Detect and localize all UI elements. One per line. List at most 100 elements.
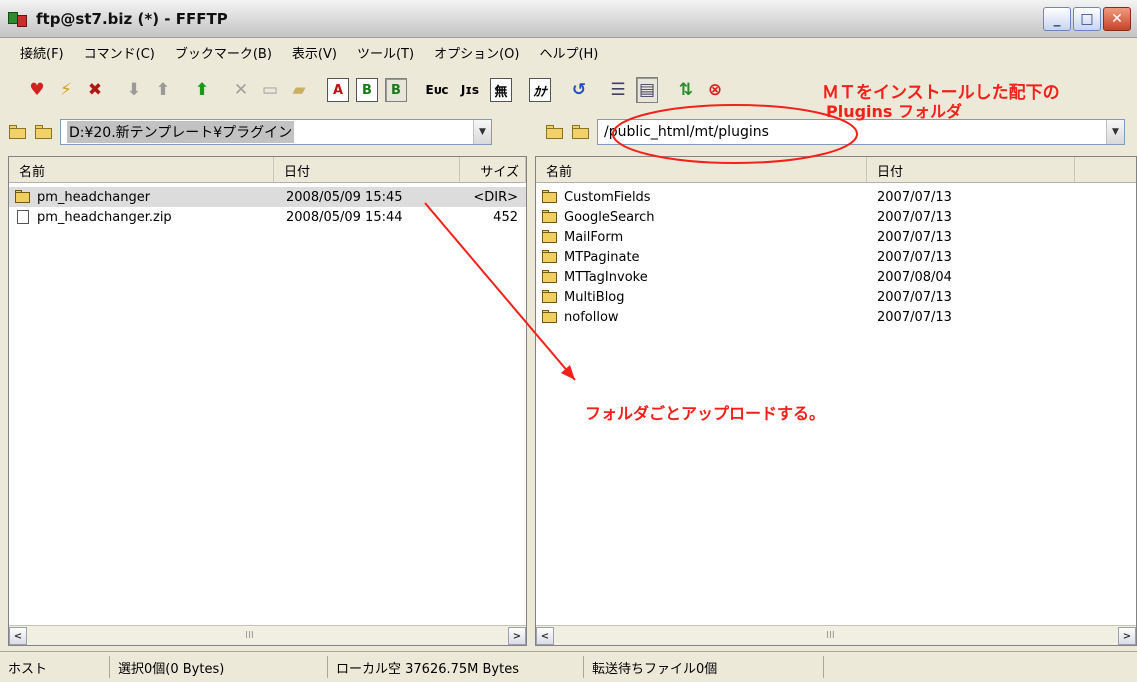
refresh-icon[interactable]: ↺ <box>568 77 590 103</box>
file-icon <box>17 210 29 224</box>
list-view-icon[interactable]: ☰ <box>607 77 629 103</box>
maximize-button[interactable]: □ <box>1073 7 1101 31</box>
remote-row[interactable]: MTTagInvoke 2007/08/04 <box>536 267 1136 287</box>
ffftp-app-icon <box>8 10 30 28</box>
menu-command[interactable]: コマンド(C) <box>84 43 155 62</box>
menu-bookmark[interactable]: ブックマーク(B) <box>175 43 272 62</box>
remote-row[interactable]: GoogleSearch 2007/07/13 <box>536 207 1136 227</box>
close-button[interactable]: ✕ <box>1103 7 1131 31</box>
remote-row-date: 2007/07/13 <box>877 289 952 305</box>
remote-row[interactable]: CustomFields 2007/07/13 <box>536 187 1136 207</box>
menu-tools[interactable]: ツール(T) <box>357 43 414 62</box>
make-folder-icon[interactable]: ▰ <box>288 77 310 103</box>
menu-bar: 接続(F) コマンド(C) ブックマーク(B) 表示(V) ツール(T) オプシ… <box>0 41 1137 63</box>
binary-mode-icon[interactable]: B <box>356 78 378 102</box>
auto-mode-icon[interactable]: B <box>385 78 407 102</box>
folder-icon <box>542 210 558 224</box>
scroll-left-icon[interactable]: < <box>9 627 27 645</box>
mirror-upload-icon[interactable]: ⬆ <box>191 77 213 103</box>
remote-row-name: CustomFields <box>564 189 651 205</box>
local-up-folder-icon[interactable] <box>8 124 28 140</box>
remote-row-date: 2007/07/13 <box>877 209 952 225</box>
quick-connect-icon[interactable]: ⚡ <box>55 77 77 103</box>
delete-icon[interactable]: ✕ <box>230 77 252 103</box>
folder-icon <box>15 190 31 204</box>
menu-options[interactable]: オプション(O) <box>434 43 519 62</box>
menu-view[interactable]: 表示(V) <box>292 43 337 62</box>
remote-path-input[interactable]: /public_html/mt/plugins ▼ <box>597 119 1125 145</box>
window-title: ftp@st7.biz (*) - FFFTP <box>36 9 228 28</box>
local-path-input[interactable]: D:¥20.新テンプレート¥プラグイン ▼ <box>60 119 492 145</box>
no-conversion-icon[interactable]: 無 <box>490 78 512 102</box>
upload-icon[interactable]: ⬆ <box>152 77 174 103</box>
kana-conversion-icon[interactable]: ｶﾅ <box>529 78 551 102</box>
remote-col-name[interactable]: 名前 <box>536 157 867 183</box>
status-bar: ホスト 選択0個(0 Bytes) ローカル空 37626.75M Bytes … <box>0 651 1137 682</box>
folder-icon <box>542 250 558 264</box>
menu-help[interactable]: ヘルプ(H) <box>539 43 598 62</box>
annotation-top-line2: Plugins フォルダ <box>826 102 963 121</box>
folder-icon <box>542 310 558 324</box>
local-row-date: 2008/05/09 15:45 <box>286 189 403 205</box>
remote-row-date: 2007/07/13 <box>877 229 952 245</box>
remote-path-text: /public_html/mt/plugins <box>604 124 769 140</box>
stop-icon[interactable]: ⊗ <box>704 77 726 103</box>
remote-horizontal-scrollbar[interactable]: < III > <box>536 625 1136 645</box>
remote-row-date: 2007/07/13 <box>877 189 952 205</box>
local-row[interactable]: pm_headchanger 2008/05/09 15:45 <DIR> <box>9 187 526 207</box>
sync-browse-icon[interactable]: ⇅ <box>675 77 697 103</box>
local-row-date: 2008/05/09 15:44 <box>286 209 403 225</box>
status-selection: 選択0個(0 Bytes) <box>110 656 328 678</box>
local-horizontal-scrollbar[interactable]: < III > <box>9 625 526 645</box>
status-local-free: ローカル空 37626.75M Bytes <box>328 656 584 678</box>
title-bar[interactable]: ftp@st7.biz (*) - FFFTP _ □ ✕ <box>0 0 1137 38</box>
status-transfer-queue: 転送待ちファイル0個 <box>584 656 824 678</box>
folder-icon <box>542 190 558 204</box>
menu-connect[interactable]: 接続(F) <box>20 43 64 62</box>
remote-col-date[interactable]: 日付 <box>867 157 1075 183</box>
remote-path-dropdown-icon[interactable]: ▼ <box>1106 120 1124 144</box>
local-row-name: pm_headchanger <box>37 189 151 205</box>
scroll-grip: III <box>245 630 254 641</box>
remote-row[interactable]: MailForm 2007/07/13 <box>536 227 1136 247</box>
minimize-button[interactable]: _ <box>1043 7 1071 31</box>
folder-icon <box>542 230 558 244</box>
details-view-icon[interactable]: ▤ <box>636 77 658 103</box>
remote-row[interactable]: nofollow 2007/07/13 <box>536 307 1136 327</box>
local-open-folder-icon[interactable] <box>34 124 54 140</box>
remote-row-date: 2007/07/13 <box>877 249 952 265</box>
local-path-bar: D:¥20.新テンプレート¥プラグイン ▼ <box>8 116 528 148</box>
remote-up-folder-icon[interactable] <box>545 124 565 140</box>
remote-row[interactable]: MTPaginate 2007/07/13 <box>536 247 1136 267</box>
download-icon[interactable]: ⬇ <box>123 77 145 103</box>
remote-row-date: 2007/08/04 <box>877 269 952 285</box>
scroll-right-icon[interactable]: > <box>1118 627 1136 645</box>
scroll-right-icon[interactable]: > <box>508 627 526 645</box>
local-path-dropdown-icon[interactable]: ▼ <box>473 120 491 144</box>
remote-row-name: GoogleSearch <box>564 209 655 225</box>
scroll-grip: III <box>826 630 835 641</box>
local-row-size: 452 <box>493 209 518 225</box>
remote-row-name: MultiBlog <box>564 289 625 305</box>
local-col-name[interactable]: 名前 <box>9 157 274 183</box>
ascii-mode-icon[interactable]: A <box>327 78 349 102</box>
remote-open-folder-icon[interactable] <box>571 124 591 140</box>
remote-row[interactable]: MultiBlog 2007/07/13 <box>536 287 1136 307</box>
jis-code-icon[interactable]: Jɪs <box>457 77 483 103</box>
remote-row-name: MTTagInvoke <box>564 269 648 285</box>
connect-icon[interactable]: ♥ <box>26 77 48 103</box>
disconnect-icon[interactable]: ✖ <box>84 77 106 103</box>
remote-row-date: 2007/07/13 <box>877 309 952 325</box>
local-row[interactable]: pm_headchanger.zip 2008/05/09 15:44 452 <box>9 207 526 227</box>
status-host: ホスト <box>0 656 110 678</box>
local-file-list[interactable]: 名前 日付 サイズ pm_headchanger 2008/05/09 15:4… <box>8 156 527 646</box>
local-col-size[interactable]: サイズ <box>460 157 526 183</box>
local-row-name: pm_headchanger.zip <box>37 209 172 225</box>
remote-row-name: MailForm <box>564 229 624 245</box>
euc-code-icon[interactable]: Eᴜᴄ <box>424 77 450 103</box>
scroll-left-icon[interactable]: < <box>536 627 554 645</box>
rename-icon[interactable]: ▭ <box>259 77 281 103</box>
local-col-date[interactable]: 日付 <box>274 157 460 183</box>
folder-icon <box>542 290 558 304</box>
local-column-header: 名前 日付 サイズ <box>9 157 526 183</box>
